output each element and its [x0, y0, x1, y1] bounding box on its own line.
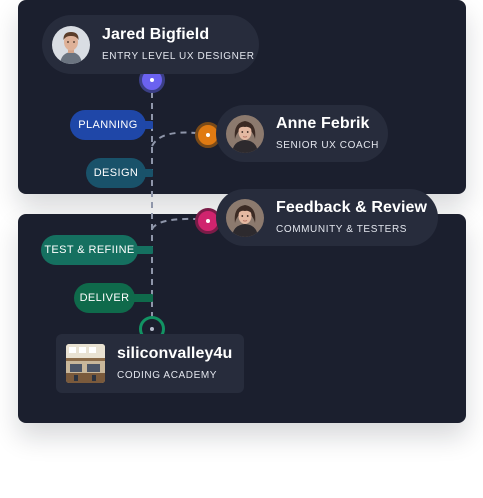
- profile-role: COMMUNITY & TESTERS: [276, 224, 408, 235]
- profile-card-jared: Jared Bigfield ENTRY LEVEL UX DESIGNER: [42, 15, 259, 74]
- step-design-label: DESIGN: [93, 167, 139, 179]
- branch-to-feedback: [151, 217, 197, 230]
- step-planning: PLANNING: [70, 110, 146, 140]
- office-photo-icon: [66, 344, 105, 383]
- step-test-label: TEST & REFIINE: [44, 244, 135, 256]
- profile-name: Anne Febrik: [276, 115, 370, 132]
- profile-card-anne: Anne Febrik SENIOR UX COACH: [216, 105, 388, 162]
- step-deliver-label: DELIVER: [79, 292, 130, 304]
- profile-role: ENTRY LEVEL UX DESIGNER: [102, 51, 255, 62]
- profile-card-feedback: Feedback & Review COMMUNITY & TESTERS: [216, 189, 438, 246]
- step-test-refine: TEST & REFIINE: [41, 235, 138, 265]
- person-avatar-icon: [52, 25, 90, 64]
- academy-name: siliconvalley4u: [117, 345, 233, 362]
- profile-name: Jared Bigfield: [102, 26, 210, 43]
- step-deliver: DELIVER: [74, 283, 135, 313]
- profile-role: SENIOR UX COACH: [276, 140, 379, 151]
- profile-name: Feedback & Review: [276, 199, 428, 216]
- deliver-tick: [133, 294, 153, 302]
- journey-graphic: PLANNING DESIGN TEST & REFIINE DELIVER J…: [0, 0, 483, 498]
- test-tick: [136, 246, 153, 254]
- academy-role: CODING ACADEMY: [117, 370, 218, 381]
- academy-card: siliconvalley4u CODING ACADEMY: [56, 334, 244, 393]
- person-avatar-icon: [226, 114, 264, 153]
- person-avatar-icon: [226, 198, 264, 237]
- branch-to-coach: [151, 131, 197, 147]
- step-planning-label: PLANNING: [78, 119, 138, 131]
- step-design: DESIGN: [86, 158, 146, 188]
